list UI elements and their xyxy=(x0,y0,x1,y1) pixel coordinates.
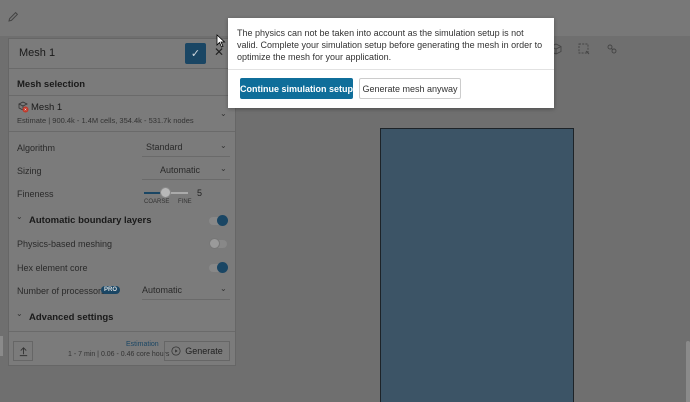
processors-select[interactable]: Automatic xyxy=(142,285,182,295)
panel-title: Mesh 1 xyxy=(19,47,56,59)
fineness-slider-handle[interactable] xyxy=(160,187,171,198)
geometry-body[interactable] xyxy=(380,128,574,402)
mesh-tools-icon[interactable] xyxy=(606,43,618,55)
mesh-selection-label: Mesh selection xyxy=(17,79,86,90)
divider xyxy=(9,331,235,332)
physics-meshing-toggle[interactable] xyxy=(209,238,227,249)
select-underline xyxy=(142,299,230,300)
physics-meshing-label: Physics-based meshing xyxy=(17,239,113,249)
divider xyxy=(9,131,235,132)
boundary-layers-toggle[interactable] xyxy=(209,215,228,226)
pencil-icon[interactable] xyxy=(7,11,19,23)
mesh-item-title[interactable]: Mesh 1 xyxy=(31,102,62,113)
chevron-down-icon[interactable]: ⌄ xyxy=(220,284,227,293)
mesh-warning-icon: × xyxy=(18,101,29,113)
dialog-divider xyxy=(228,69,554,70)
boundary-layers-label: Automatic boundary layers xyxy=(29,215,152,226)
fineness-min-label: COARSE xyxy=(144,199,170,205)
play-icon xyxy=(171,346,181,356)
physics-warning-dialog: The physics can not be taken into accoun… xyxy=(228,18,554,108)
fineness-value: 5 xyxy=(197,188,203,198)
generate-anyway-button[interactable]: Generate mesh anyway xyxy=(359,78,461,99)
estimation-detail: 1 - 7 min | 0.06 - 0.46 core hours xyxy=(68,351,170,358)
chevron-down-icon[interactable]: ⌄ xyxy=(16,309,23,318)
panel-edge-handle[interactable] xyxy=(0,336,3,356)
continue-setup-button[interactable]: Continue simulation setup xyxy=(240,78,353,99)
estimation-label[interactable]: Estimation xyxy=(126,341,159,348)
fineness-max-label: FINE xyxy=(178,199,192,205)
upload-button[interactable] xyxy=(13,341,33,361)
sizing-label: Sizing xyxy=(17,166,42,176)
algorithm-label: Algorithm xyxy=(17,143,56,153)
viewport-scrollbar[interactable] xyxy=(686,341,690,402)
generate-label: Generate xyxy=(185,346,223,356)
chevron-down-icon[interactable]: ⌄ xyxy=(16,212,23,221)
fineness-label: Fineness xyxy=(17,189,54,199)
hex-core-label: Hex element core xyxy=(17,263,88,273)
mouse-cursor-icon xyxy=(216,34,226,48)
svg-text:×: × xyxy=(24,107,27,112)
check-icon: ✓ xyxy=(190,48,201,60)
pro-badge: PRO xyxy=(101,286,121,294)
processors-label: Number of processors xyxy=(17,286,106,296)
select-underline xyxy=(142,156,230,157)
divider xyxy=(9,95,235,96)
sizing-select[interactable]: Automatic xyxy=(160,165,200,175)
hex-core-toggle[interactable] xyxy=(209,262,228,273)
algorithm-select[interactable]: Standard xyxy=(146,142,183,152)
chevron-down-icon[interactable]: ⌄ xyxy=(220,164,227,173)
dialog-message: The physics can not be taken into accoun… xyxy=(237,28,543,62)
mesh-panel: Mesh 1 ✓ ✕ Mesh selection × Mesh 1 ⌄ Est… xyxy=(8,38,236,366)
chevron-down-icon[interactable]: ⌄ xyxy=(220,141,227,150)
chevron-down-icon[interactable]: ⌄ xyxy=(220,109,227,118)
mesh-estimate: Estimate | 900.4k - 1.4M cells, 354.4k -… xyxy=(17,116,194,125)
upload-icon xyxy=(19,346,27,356)
panel-header: Mesh 1 ✓ ✕ xyxy=(9,39,235,69)
viewport-toolbar xyxy=(550,43,618,55)
confirm-button[interactable]: ✓ xyxy=(185,43,206,64)
advanced-settings-label[interactable]: Advanced settings xyxy=(29,312,113,323)
box-select-icon[interactable] xyxy=(578,43,590,55)
generate-button[interactable]: Generate xyxy=(164,341,230,361)
select-underline xyxy=(142,179,230,180)
